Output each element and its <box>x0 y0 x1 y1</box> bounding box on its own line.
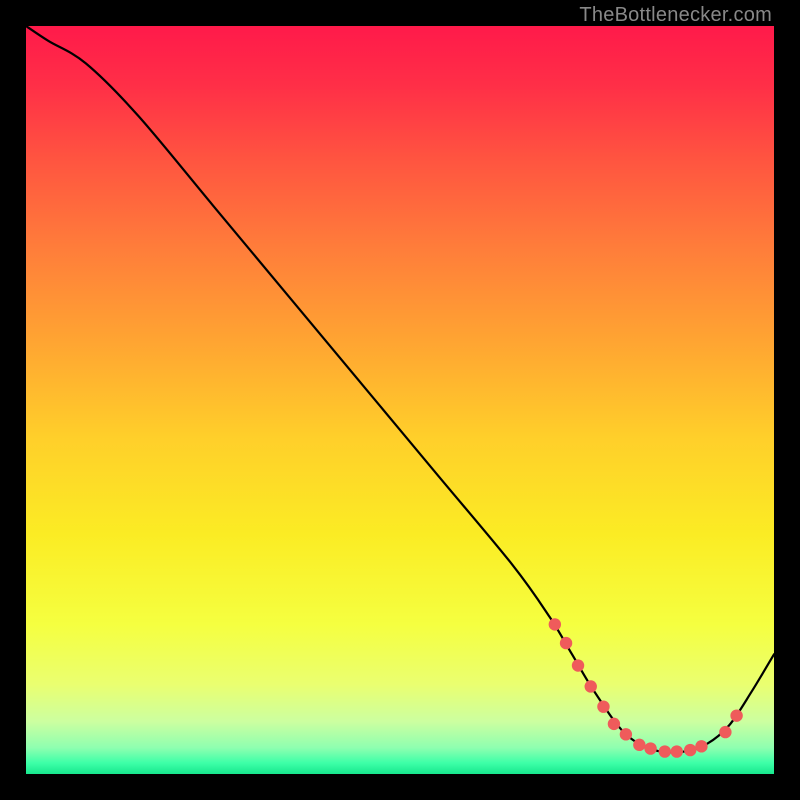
chart-container: TheBottlenecker.com <box>0 0 800 800</box>
gradient-background <box>26 26 774 774</box>
attribution-label: TheBottlenecker.com <box>579 4 772 27</box>
plot-area <box>26 26 774 774</box>
